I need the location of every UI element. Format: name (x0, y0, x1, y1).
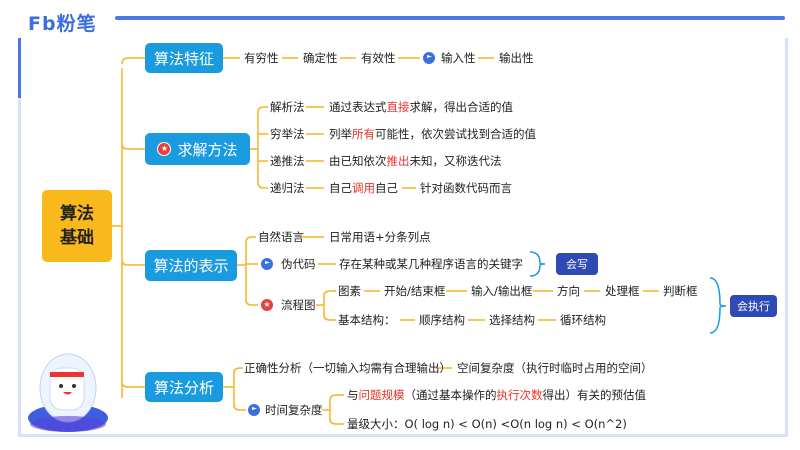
analysis-space: 空间复杂度（执行时临时占用的空间） (457, 361, 653, 375)
analysis-correctness: 正确性分析（一切输入均需有合理输出） (244, 361, 451, 375)
flow-structure: 顺序结构 (419, 313, 465, 327)
star-icon: ★ (261, 299, 273, 311)
feature-item: 输入性 (441, 51, 476, 65)
feature-item: 有效性 (361, 51, 396, 65)
time-desc: 与问题规模（通过基本操作的执行次数得出）有关的预估值 (347, 388, 646, 402)
node-analysis: 算法分析 (145, 372, 223, 402)
flow-element: 输入/输出框 (471, 284, 533, 298)
node-methods-label: 求解方法 (177, 140, 238, 159)
flow-element: 判断框 (663, 284, 698, 298)
time-order: 量级大小：O( log n) < O(n) <O(n log n) < O(n^… (347, 417, 627, 431)
flow-element: 开始/结束框 (384, 284, 446, 298)
method-name: 递推法 (270, 154, 305, 168)
rep-desc: 存在某种或某几种程序语言的关键字 (339, 257, 523, 271)
method-name: 递归法 (270, 181, 305, 195)
method-desc: 由已知依次推出未知，又称迭代法 (329, 154, 502, 168)
method-desc: 自己调用自己 (329, 181, 398, 195)
rep-name: 流程图 (281, 298, 316, 312)
flow-structure: 循环结构 (560, 313, 606, 327)
node-analysis-label: 算法分析 (153, 378, 214, 397)
flow-structure-label: 基本结构： (338, 313, 396, 327)
flow-element: 处理框 (605, 284, 640, 298)
feature-item: 输出性 (499, 51, 534, 65)
flow-elements-label: 图素 (338, 284, 361, 298)
analysis-time: 时间复杂度 (265, 403, 323, 417)
connectors (112, 57, 727, 425)
rep-desc: 日常用语+分条列点 (329, 230, 431, 244)
method-extra: 针对函数代码而言 (420, 181, 512, 195)
node-representation: 算法的表示 (145, 250, 237, 281)
flag-icon (248, 404, 260, 416)
feature-item: 确定性 (303, 51, 338, 65)
star-icon: ★ (157, 142, 172, 156)
node-methods: ★ 求解方法 (145, 133, 250, 165)
tag-can-write: 会写 (556, 253, 598, 275)
mascot-ufo-illustration (28, 353, 108, 432)
method-desc: 通过表达式直接求解，得出合适的值 (329, 100, 513, 114)
node-representation-label: 算法的表示 (153, 257, 229, 275)
node-features-label: 算法特征 (153, 49, 214, 68)
root-node: 算法 基础 (42, 190, 112, 262)
method-name: 解析法 (270, 100, 305, 114)
flag-icon (423, 52, 435, 64)
method-desc: 列举所有可能性，依次尝试找到合适的值 (329, 127, 536, 141)
method-name: 穷举法 (270, 127, 305, 141)
flag-icon (261, 258, 273, 270)
node-features: 算法特征 (145, 43, 223, 73)
tag-can-execute: 会执行 (730, 295, 777, 317)
flow-structure: 选择结构 (489, 313, 535, 327)
feature-item: 有穷性 (244, 51, 279, 65)
root-line2: 基础 (60, 228, 94, 248)
flow-element: 方向 (557, 284, 580, 298)
rep-name: 伪代码 (281, 257, 316, 271)
rep-name: 自然语言 (258, 230, 304, 244)
root-line1: 算法 (60, 204, 94, 224)
